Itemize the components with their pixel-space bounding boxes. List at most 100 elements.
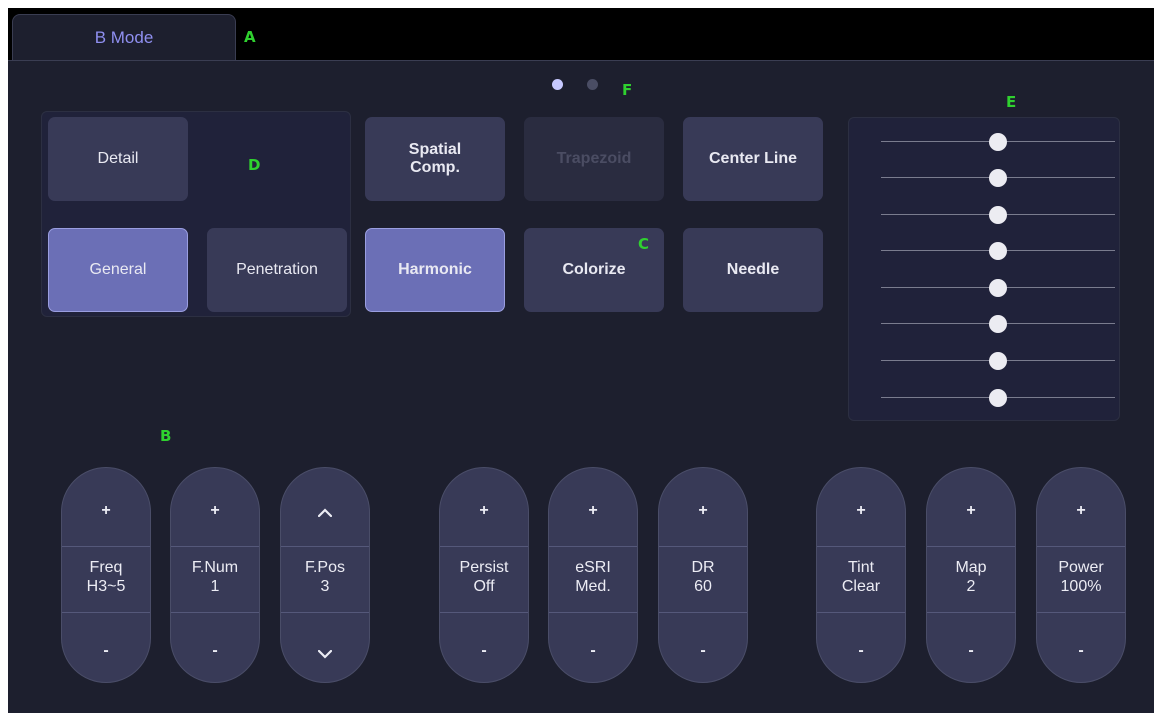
increase-button[interactable]: + [549, 502, 637, 520]
decrease-button[interactable]: - [927, 642, 1015, 660]
decrease-button[interactable]: - [549, 642, 637, 660]
increase-button[interactable]: + [659, 502, 747, 520]
control-value: Off [473, 578, 495, 595]
decrease-button[interactable]: - [171, 642, 259, 660]
detail-button-label: Detail [97, 149, 139, 167]
control-knob-esri: + eSRI Med. - [548, 467, 638, 683]
control-knob-map: + Map 2 - [926, 467, 1016, 683]
penetration-button-label: Penetration [236, 260, 318, 278]
marker-a: A [244, 28, 256, 46]
control-knob-tint: + Tint Clear - [816, 467, 906, 683]
control-knob-f-num: + F.Num 1 - [170, 467, 260, 683]
tgc-slider[interactable] [881, 241, 1115, 261]
divider [927, 546, 1015, 547]
control-value: 60 [694, 578, 712, 595]
marker-b: B [160, 427, 172, 445]
spatial-comp-button-label: Spatial Comp. [408, 140, 462, 176]
needle-button-label: Needle [726, 260, 780, 278]
decrease-button[interactable]: - [817, 642, 905, 660]
center-line-button[interactable]: Center Line [683, 117, 823, 201]
control-value: 3 [320, 578, 330, 595]
harmonic-button[interactable]: Harmonic [365, 228, 505, 312]
increase-button[interactable]: + [927, 502, 1015, 520]
divider [817, 546, 905, 547]
marker-e: E [1006, 93, 1017, 111]
control-name: F.Pos [304, 559, 345, 576]
page-indicator [552, 79, 598, 90]
slider-knob[interactable] [989, 206, 1007, 224]
divider [659, 546, 747, 547]
chevron-down-icon[interactable] [281, 646, 369, 664]
page-dot-1[interactable] [552, 79, 563, 90]
slider-knob[interactable] [989, 352, 1007, 370]
control-knob-dr: + DR 60 - [658, 467, 748, 683]
increase-button[interactable]: + [817, 502, 905, 520]
divider [281, 612, 369, 613]
tgc-slider[interactable] [881, 132, 1115, 152]
spatial-comp-button[interactable]: Spatial Comp. [365, 117, 505, 201]
center-line-button-label: Center Line [708, 149, 797, 167]
trapezoid-button-label: Trapezoid [556, 149, 632, 167]
general-button-label: General [89, 260, 147, 278]
penetration-button[interactable]: Penetration [207, 228, 347, 312]
marker-c: C [638, 235, 650, 253]
tgc-slider[interactable] [881, 168, 1115, 188]
increase-button[interactable]: + [62, 502, 150, 520]
needle-button[interactable]: Needle [683, 228, 823, 312]
increase-button[interactable]: + [1037, 502, 1125, 520]
control-value: 1 [210, 578, 220, 595]
decrease-button[interactable]: - [440, 642, 528, 660]
ultrasound-screen: B Mode A F Detail D General Penetration … [8, 8, 1154, 713]
detail-button[interactable]: Detail [48, 117, 188, 201]
slider-knob[interactable] [989, 133, 1007, 151]
tgc-slider[interactable] [881, 351, 1115, 371]
harmonic-button-label: Harmonic [398, 260, 472, 278]
tgc-slider[interactable] [881, 205, 1115, 225]
trapezoid-button: Trapezoid [524, 117, 664, 201]
tab-b-mode[interactable]: B Mode [12, 14, 236, 60]
general-button[interactable]: General [48, 228, 188, 312]
tab-bar: B Mode A [8, 8, 1154, 60]
control-name: Tint [847, 559, 875, 576]
divider [281, 546, 369, 547]
marker-d: D [248, 156, 261, 174]
control-name: Map [955, 559, 987, 576]
control-name: F.Num [191, 559, 239, 576]
slider-knob[interactable] [989, 169, 1007, 187]
control-value: Clear [841, 578, 881, 595]
divider [62, 546, 150, 547]
decrease-button[interactable]: - [1037, 642, 1125, 660]
divider [1037, 612, 1125, 613]
control-name: eSRI [575, 559, 611, 576]
divider [927, 612, 1015, 613]
divider [62, 612, 150, 613]
slider-knob[interactable] [989, 315, 1007, 333]
colorize-button-label: Colorize [562, 260, 626, 278]
control-value: 100% [1060, 578, 1102, 595]
control-name: Freq [89, 559, 123, 576]
slider-knob[interactable] [989, 389, 1007, 407]
tgc-slider[interactable] [881, 388, 1115, 408]
increase-button[interactable]: + [440, 502, 528, 520]
decrease-button[interactable]: - [659, 642, 747, 660]
control-value: Med. [575, 578, 611, 595]
tgc-slider[interactable] [881, 314, 1115, 334]
divider [817, 612, 905, 613]
control-knob-f-pos: F.Pos 3 [280, 467, 370, 683]
control-value: H3~5 [86, 578, 126, 595]
decrease-button[interactable]: - [62, 642, 150, 660]
page-dot-2[interactable] [587, 79, 598, 90]
increase-button[interactable]: + [171, 502, 259, 520]
control-value: 2 [966, 578, 976, 595]
divider [659, 612, 747, 613]
control-knob-power: + Power 100% - [1036, 467, 1126, 683]
b-mode-panel: F Detail D General Penetration Spatial C… [8, 60, 1154, 713]
tgc-slider-group [848, 117, 1120, 421]
divider [1037, 546, 1125, 547]
tgc-slider[interactable] [881, 278, 1115, 298]
divider [549, 546, 637, 547]
slider-knob[interactable] [989, 242, 1007, 260]
chevron-up-icon[interactable] [281, 504, 369, 522]
slider-knob[interactable] [989, 279, 1007, 297]
control-name: DR [691, 559, 715, 576]
